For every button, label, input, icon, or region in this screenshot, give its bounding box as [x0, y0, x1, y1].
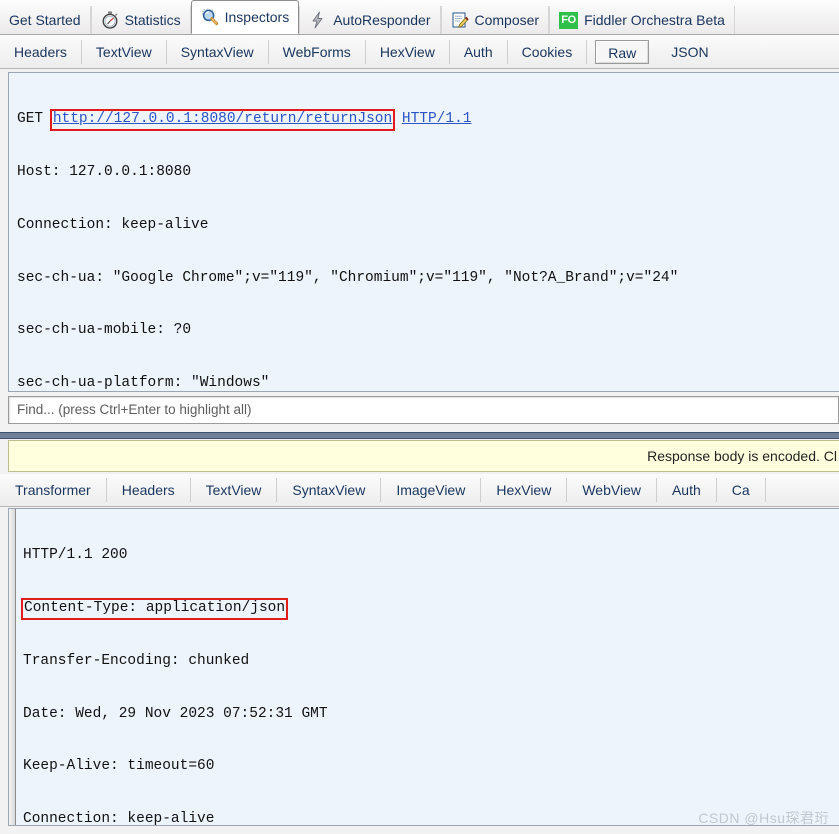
request-raw-text: GET http://127.0.0.1:8080/return/returnJ… — [9, 73, 839, 392]
lightning-icon — [309, 11, 327, 29]
response-header-line: Keep-Alive: timeout=60 — [23, 758, 215, 775]
request-header-line: sec-ch-ua: "Google Chrome";v="119", "Chr… — [17, 269, 679, 286]
response-header-line: Date: Wed, 29 Nov 2023 07:52:31 GMT — [23, 705, 328, 722]
request-tab-syntaxview[interactable]: SyntaxView — [167, 39, 269, 64]
response-tab-imageview[interactable]: ImageView — [381, 478, 482, 502]
response-tab-textview[interactable]: TextView — [191, 478, 278, 502]
fo-badge-icon: FO — [559, 11, 579, 29]
request-line: GET http://127.0.0.1:8080/return/returnJ… — [17, 109, 839, 131]
request-tab-headers[interactable]: Headers — [0, 39, 82, 64]
find-placeholder: Find... (press Ctrl+Enter to highlight a… — [17, 402, 252, 417]
tab-fiddler-orchestra[interactable]: FO Fiddler Orchestra Beta — [549, 6, 735, 34]
request-tab-bar: Headers TextView SyntaxView WebForms Hex… — [0, 35, 839, 69]
find-input[interactable]: Find... (press Ctrl+Enter to highlight a… — [8, 396, 839, 424]
tab-inspectors[interactable]: Inspectors — [190, 0, 300, 34]
response-tab-caching[interactable]: Ca — [717, 478, 766, 502]
request-tab-json[interactable]: JSON — [657, 40, 722, 64]
response-tab-transformer[interactable]: Transformer — [0, 478, 107, 502]
stopwatch-icon — [101, 11, 119, 29]
response-encoded-notice[interactable]: Response body is encoded. Cl — [8, 440, 839, 472]
request-method: GET — [17, 111, 44, 128]
response-encoded-notice-text: Response body is encoded. Cl — [647, 448, 837, 464]
request-url-link[interactable]: http://127.0.0.1:8080/return/returnJson — [53, 111, 392, 127]
response-raw-text: HTTP/1.1 200 Content-Type: application/j… — [9, 509, 839, 825]
request-url-highlight: http://127.0.0.1:8080/return/returnJson — [49, 109, 396, 131]
tab-statistics[interactable]: Statistics — [90, 6, 191, 34]
watermark: CSDN @Hsu琛君珩 — [698, 810, 829, 826]
response-tab-headers[interactable]: Headers — [107, 478, 191, 502]
request-raw-panel[interactable]: GET http://127.0.0.1:8080/return/returnJ… — [8, 72, 839, 392]
request-tab-auth[interactable]: Auth — [450, 39, 508, 64]
content-type-highlight: Content-Type: application/json — [20, 598, 289, 620]
tab-composer[interactable]: Composer — [440, 6, 550, 34]
tab-fiddler-orchestra-label: Fiddler Orchestra Beta — [584, 12, 725, 28]
request-tab-textview[interactable]: TextView — [82, 39, 167, 64]
response-tab-hexview[interactable]: HexView — [481, 478, 568, 502]
response-status-line: HTTP/1.1 200 — [23, 547, 128, 564]
request-header-line: sec-ch-ua-mobile: ?0 — [17, 322, 192, 339]
tab-composer-label: Composer — [474, 12, 540, 28]
notepad-pencil-icon — [451, 11, 469, 29]
tab-autoresponder[interactable]: AutoResponder — [299, 6, 441, 34]
panel-splitter[interactable] — [0, 432, 839, 439]
response-tab-auth[interactable]: Auth — [657, 478, 717, 502]
tab-get-started-label: Get Started — [9, 12, 81, 28]
tab-get-started[interactable]: Get Started — [0, 6, 91, 34]
request-header-line: Connection: keep-alive — [17, 216, 209, 233]
response-tab-bar: Transformer Headers TextView SyntaxView … — [0, 474, 839, 507]
response-content-type-line: Content-Type: application/json — [20, 598, 839, 620]
response-header-line: Transfer-Encoding: chunked — [23, 652, 250, 669]
fiddler-window: Get Started Statistics Inspectors AutoRe… — [0, 0, 839, 834]
response-tab-webview[interactable]: WebView — [567, 478, 657, 502]
magnifier-icon — [201, 8, 219, 26]
response-raw-panel[interactable]: HTTP/1.1 200 Content-Type: application/j… — [8, 508, 839, 826]
tab-inspectors-label: Inspectors — [224, 9, 290, 25]
tab-autoresponder-label: AutoResponder — [333, 12, 431, 28]
response-gutter — [9, 509, 16, 825]
request-tab-webforms[interactable]: WebForms — [269, 39, 366, 64]
main-tab-bar: Get Started Statistics Inspectors AutoRe… — [0, 0, 839, 35]
request-tab-raw[interactable]: Raw — [595, 39, 650, 64]
request-http-version: HTTP/1.1 — [401, 111, 472, 128]
request-header-line: sec-ch-ua-platform: "Windows" — [17, 375, 270, 392]
request-header-line: Host: 127.0.0.1:8080 — [17, 163, 192, 180]
request-tab-cookies[interactable]: Cookies — [508, 39, 588, 64]
request-tab-hexview[interactable]: HexView — [366, 39, 450, 64]
tab-statistics-label: Statistics — [124, 12, 181, 28]
response-tab-syntaxview[interactable]: SyntaxView — [277, 478, 382, 502]
